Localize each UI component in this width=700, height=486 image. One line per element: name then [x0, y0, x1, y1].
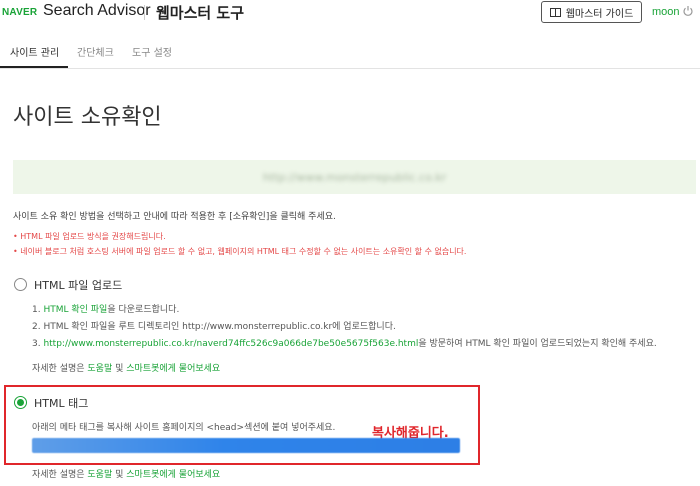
step-3-suffix: 을 방문하여 HTML 확인 파일이 업로드되었는지 확인해 주세요. — [418, 339, 657, 349]
site-url: http://www.monsterrepublic.co.kr — [262, 170, 447, 184]
help-link[interactable]: 도움말 — [87, 364, 112, 374]
book-icon — [549, 7, 561, 17]
tag-smartbot-link[interactable]: 스마트봇에게 물어보세요 — [126, 470, 220, 480]
tag-help-text: 자세한 설명은 도움말 및 스마트봇에게 물어보세요 — [32, 467, 220, 480]
tag-help-mid: 및 — [112, 470, 127, 480]
upload-help-text: 자세한 설명은 도움말 및 스마트봇에게 물어보세요 — [32, 361, 220, 374]
tab-tool-settings[interactable]: 도구 설정 — [132, 44, 172, 68]
tab-bar: 사이트 관리 간단체크 도구 설정 — [0, 38, 700, 69]
power-icon[interactable] — [682, 5, 694, 17]
site-url-box: http://www.monsterrepublic.co.kr — [13, 160, 696, 194]
top-header: NAVER Search Advisor 웹마스터 도구 웹마스터 가이드 mo… — [0, 0, 700, 26]
tab-site-management[interactable]: 사이트 관리 — [0, 44, 68, 68]
upload-step-3: 3. http://www.monsterrepublic.co.kr/nave… — [32, 336, 657, 349]
page-title: 사이트 소유확인 — [13, 105, 162, 130]
tag-help-link[interactable]: 도움말 — [87, 470, 112, 480]
html-tag-radio[interactable] — [14, 396, 27, 409]
meta-tag-field[interactable] — [32, 438, 460, 453]
tab-simple-check[interactable]: 간단체크 — [77, 44, 114, 68]
verify-url-link[interactable]: http://www.monsterrepublic.co.kr/naverd7… — [43, 339, 418, 349]
limitation-note: • 네이버 블로그 처럼 호스팅 서버에 파일 업로드 할 수 없고, 웹페이지… — [13, 247, 467, 256]
webmaster-guide-label: 웹마스터 가이드 — [565, 8, 634, 20]
smartbot-link[interactable]: 스마트봇에게 물어보세요 — [126, 364, 220, 374]
meta-tag-description: 아래의 메타 태그를 복사해 사이트 홈페이지의 <head>섹션에 붙여 넣어… — [32, 423, 336, 433]
upload-step-2: 2. HTML 확인 파일을 루트 디렉토리인 http://www.monst… — [32, 322, 396, 332]
tag-help-prefix: 자세한 설명은 — [32, 470, 88, 480]
help-mid: 및 — [112, 364, 127, 374]
header-divider — [144, 5, 145, 20]
instruction-text: 사이트 소유 확인 방법을 선택하고 안내에 따라 적용한 후 [소유확인]을 … — [13, 212, 336, 222]
step-1-prefix: 1. — [32, 305, 44, 315]
recommend-note: • HTML 파일 업로드 방식을 권장해드립니다. — [13, 232, 166, 241]
html-file-upload-title[interactable]: HTML 파일 업로드 — [34, 277, 122, 293]
step-1-suffix: 을 다운로드합니다. — [107, 305, 180, 315]
html-verify-file-link[interactable]: HTML 확인 파일 — [43, 305, 107, 315]
html-tag-title[interactable]: HTML 태그 — [34, 395, 88, 411]
webmaster-tool-title[interactable]: 웹마스터 도구 — [156, 2, 244, 23]
help-prefix: 자세한 설명은 — [32, 364, 88, 374]
search-advisor-title[interactable]: Search Advisor — [43, 2, 151, 20]
step-3-prefix: 3. — [32, 339, 44, 349]
naver-logo[interactable]: NAVER — [2, 7, 37, 18]
user-name[interactable]: moon — [652, 6, 680, 18]
html-file-upload-radio[interactable] — [14, 278, 27, 291]
upload-step-1: 1. HTML 확인 파일을 다운로드합니다. — [32, 302, 179, 315]
webmaster-guide-button[interactable]: 웹마스터 가이드 — [541, 1, 642, 23]
